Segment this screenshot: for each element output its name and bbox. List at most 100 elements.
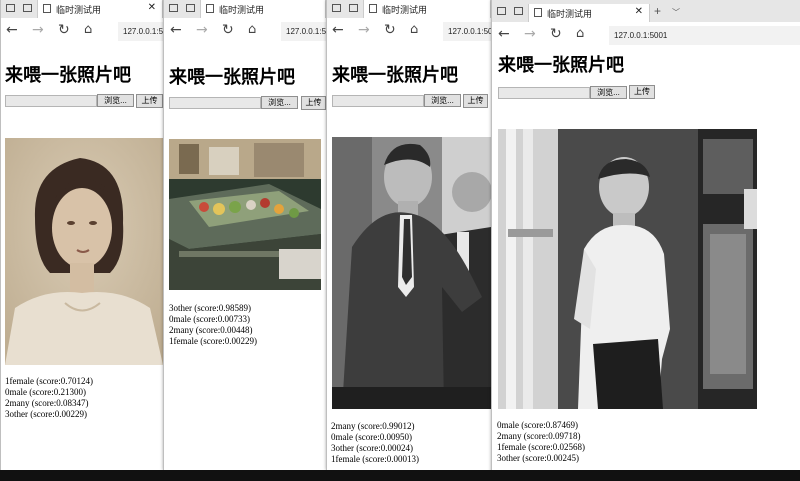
- result-line: 1female (score:0.00013): [331, 454, 419, 464]
- browser-window-2: 临时测试用 ← → ↻ ⌂ 127.0.0.1:5001 来喂一张照片吧 浏览.…: [163, 0, 327, 470]
- uploaded-photo: [5, 138, 163, 365]
- page-title: 来喂一张照片吧: [332, 65, 458, 86]
- chevron-down-icon[interactable]: ﹀: [672, 7, 680, 18]
- upload-button[interactable]: 上传: [301, 96, 326, 110]
- uploaded-photo: [332, 137, 491, 409]
- address-bar[interactable]: 127.0.0.1:5001: [281, 22, 326, 41]
- result-line: 0male (score:0.21300): [5, 387, 86, 397]
- forward-arrow-icon[interactable]: →: [196, 23, 208, 37]
- nav-bar: ← → ↻ ⌂ 127.0.0.1:5001: [164, 18, 326, 46]
- close-icon[interactable]: ✕: [635, 6, 643, 17]
- result-line: 2many (score:0.99012): [331, 421, 415, 431]
- address-bar[interactable]: 127.0.0.1:5001: [609, 26, 800, 45]
- page-content: 来喂一张照片吧 浏览... 上传 2many (score:0.99012) 0…: [327, 46, 491, 470]
- address-bar[interactable]: 127.0.0.1:500: [118, 22, 163, 41]
- browser-window-1: 临时测试用 ✕ ← → ↻ ⌂ 127.0.0.1:500 来喂一张照片吧 浏览…: [0, 0, 164, 470]
- page-title: 来喂一张照片吧: [5, 65, 131, 86]
- page-content: 来喂一张照片吧 浏览... 上传: [164, 46, 326, 470]
- upload-button[interactable]: 上传: [463, 94, 488, 108]
- page-content: 来喂一张照片吧 浏览... 上传: [492, 50, 800, 474]
- tab-active[interactable]: 临时测试用 ✕: [528, 4, 650, 22]
- result-line: 0male (score:0.87469): [497, 420, 578, 430]
- uploaded-photo: [169, 139, 321, 290]
- result-line: 1female (score:0.02568): [497, 442, 585, 452]
- result-line: 3other (score:0.00245): [497, 453, 579, 463]
- result-line: 0male (score:0.00733): [169, 314, 250, 324]
- tab-bar: 临时测试用: [164, 0, 326, 18]
- tab-bar: 临时测试用: [327, 0, 491, 18]
- forward-arrow-icon[interactable]: →: [358, 23, 370, 37]
- refresh-icon[interactable]: ↻: [384, 23, 396, 37]
- address-bar[interactable]: 127.0.0.1:5001: [443, 22, 491, 41]
- file-path-input[interactable]: [5, 95, 97, 107]
- result-line: 0male (score:0.00950): [331, 432, 412, 442]
- set-aside-tabs-icon[interactable]: [23, 4, 32, 12]
- page-icon: [534, 8, 542, 17]
- browse-button[interactable]: 浏览...: [261, 96, 298, 109]
- tab-title: 临时测试用: [382, 5, 428, 15]
- close-icon[interactable]: ✕: [148, 2, 156, 13]
- browser-window-3: 临时测试用 ← → ↻ ⌂ 127.0.0.1:5001 来喂一张照片吧 浏览.…: [326, 0, 492, 470]
- back-arrow-icon[interactable]: ←: [498, 27, 510, 41]
- page-content: 来喂一张照片吧 浏览... 上传: [1, 46, 163, 470]
- page-icon: [206, 4, 214, 13]
- forward-arrow-icon[interactable]: →: [524, 27, 536, 41]
- back-arrow-icon[interactable]: ←: [332, 23, 344, 37]
- uploaded-photo: [498, 129, 757, 409]
- result-line: 2many (score:0.09718): [497, 431, 581, 441]
- refresh-icon[interactable]: ↻: [550, 27, 562, 41]
- result-line: 1female (score:0.00229): [169, 336, 257, 346]
- upload-button[interactable]: 上传: [629, 85, 655, 99]
- home-icon[interactable]: ⌂: [248, 23, 256, 37]
- nav-bar: ← → ↻ ⌂ 127.0.0.1:5001: [492, 22, 800, 50]
- set-aside-tabs-icon[interactable]: [514, 7, 523, 15]
- tab-preview-icon[interactable]: [169, 4, 178, 12]
- upload-button[interactable]: 上传: [136, 94, 163, 108]
- tab-active[interactable]: 临时测试用: [200, 0, 326, 18]
- tab-preview-icon[interactable]: [332, 4, 341, 12]
- tab-title: 临时测试用: [547, 9, 593, 19]
- tab-preview-icon[interactable]: [497, 7, 506, 15]
- home-icon[interactable]: ⌂: [576, 27, 584, 41]
- tab-preview-icon[interactable]: [6, 4, 15, 12]
- page-title: 来喂一张照片吧: [498, 55, 624, 76]
- prediction-results: 2many (score:0.99012) 0male (score:0.009…: [331, 421, 419, 465]
- home-icon[interactable]: ⌂: [84, 23, 92, 37]
- nav-bar: ← → ↻ ⌂ 127.0.0.1:500: [1, 18, 163, 46]
- tab-active[interactable]: 临时测试用: [363, 0, 491, 18]
- set-aside-tabs-icon[interactable]: [349, 4, 358, 12]
- page-title: 来喂一张照片吧: [169, 67, 295, 88]
- tab-bar: 临时测试用 ✕: [1, 0, 163, 18]
- file-path-input[interactable]: [169, 97, 261, 109]
- result-line: 2many (score:0.00448): [169, 325, 253, 335]
- plus-icon[interactable]: +: [654, 4, 661, 18]
- set-aside-tabs-icon[interactable]: [186, 4, 195, 12]
- nav-bar: ← → ↻ ⌂ 127.0.0.1:5001: [327, 18, 491, 46]
- browser-window-4: 临时测试用 ✕ + ﹀ ← → ↻ ⌂ 127.0.0.1:5001 来喂一张照…: [491, 0, 800, 474]
- prediction-results: 0male (score:0.87469) 2many (score:0.097…: [497, 420, 585, 464]
- result-line: 3other (score:0.00229): [5, 409, 87, 419]
- page-icon: [43, 4, 51, 13]
- page-icon: [369, 4, 377, 13]
- back-arrow-icon[interactable]: ←: [170, 23, 182, 37]
- result-line: 1female (score:0.70124): [5, 376, 93, 386]
- tab-active[interactable]: 临时测试用 ✕: [37, 0, 163, 18]
- taskbar: [0, 470, 800, 481]
- result-line: 2many (score:0.08347): [5, 398, 89, 408]
- prediction-results: 1female (score:0.70124) 0male (score:0.2…: [5, 376, 93, 420]
- tab-title: 临时测试用: [56, 5, 102, 15]
- prediction-results: 3other (score:0.98589) 0male (score:0.00…: [169, 303, 257, 347]
- browse-button[interactable]: 浏览...: [590, 86, 627, 99]
- browse-button[interactable]: 浏览...: [424, 94, 461, 107]
- refresh-icon[interactable]: ↻: [222, 23, 234, 37]
- refresh-icon[interactable]: ↻: [58, 23, 70, 37]
- tab-bar: 临时测试用 ✕ + ﹀: [492, 0, 800, 22]
- file-path-input[interactable]: [332, 95, 424, 107]
- file-path-input[interactable]: [498, 87, 590, 99]
- home-icon[interactable]: ⌂: [410, 23, 418, 37]
- browse-button[interactable]: 浏览...: [97, 94, 134, 107]
- result-line: 3other (score:0.00024): [331, 443, 413, 453]
- back-arrow-icon[interactable]: ←: [6, 23, 18, 37]
- forward-arrow-icon[interactable]: →: [32, 23, 44, 37]
- result-line: 3other (score:0.98589): [169, 303, 251, 313]
